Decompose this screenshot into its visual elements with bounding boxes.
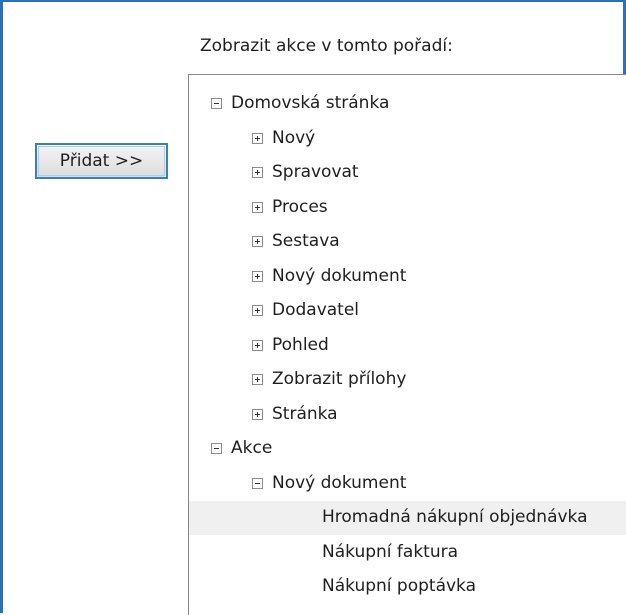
tree-node[interactable]: Dodavatel — [189, 294, 626, 328]
tree-node-label: Proces — [272, 196, 328, 217]
expand-icon[interactable] — [252, 305, 263, 316]
collapse-icon[interactable] — [211, 98, 222, 109]
expand-icon[interactable] — [252, 132, 263, 144]
tree-node-label: Hromadná nákupní objednávka — [322, 507, 588, 527]
tree-node[interactable]: Spravovat — [189, 156, 626, 190]
tree-node[interactable]: Nákupní poptávka — [189, 570, 626, 604]
tree-node[interactable]: Hromadná nákupní objednávka — [189, 501, 626, 535]
tree-node[interactable]: Zobrazit přílohy — [189, 363, 626, 397]
tree-node-label: Domovská stránka — [231, 93, 390, 113]
tree-node[interactable]: Nový — [189, 122, 626, 156]
tree-node[interactable]: Nový dokument — [189, 467, 626, 501]
collapse-icon[interactable] — [252, 477, 263, 489]
expand-icon[interactable] — [252, 270, 263, 282]
collapse-icon[interactable] — [211, 443, 222, 454]
tree-node[interactable]: Nákupní faktura — [189, 536, 626, 570]
expand-icon[interactable] — [252, 339, 263, 351]
tree-node-label: Akce — [231, 438, 273, 458]
dialog-frame: Zobrazit akce v tomto pořadí: Přidat >> … — [0, 0, 626, 615]
action-order-tree[interactable]: Domovská stránka Nový Spravovat Proces Sesta… — [188, 74, 626, 615]
tree-node-label: Zobrazit přílohy — [272, 369, 407, 389]
tree-node-label: Pohled — [272, 334, 329, 355]
tree-node[interactable]: Akce — [189, 432, 626, 466]
tree-node-label: Nový dokument — [272, 265, 407, 286]
tree-node[interactable]: Stránka — [189, 398, 626, 432]
tree-node[interactable]: Proces — [189, 191, 626, 225]
tree-node-label: Stránka — [272, 403, 338, 424]
tree-node-label: Nákupní faktura — [322, 541, 459, 562]
tree-caption: Zobrazit akce v tomto pořadí: — [200, 36, 453, 56]
tree-node[interactable]: Domovská stránka — [189, 87, 626, 121]
expand-icon[interactable] — [252, 236, 263, 247]
tree-node[interactable]: Nový dokument — [189, 260, 626, 294]
tree-node-label: Sestava — [272, 231, 340, 251]
expand-icon[interactable] — [252, 408, 263, 420]
tree-node-label: Nákupní poptávka — [322, 576, 477, 596]
tree-node-label: Spravovat — [272, 162, 359, 182]
expand-icon[interactable] — [252, 201, 263, 213]
tree-node-label: Nový — [272, 127, 316, 148]
tree-node[interactable]: Sestava — [189, 225, 626, 259]
expand-icon[interactable] — [252, 374, 263, 385]
tree-node[interactable]: Pohled — [189, 329, 626, 363]
tree-node-label: Dodavatel — [272, 300, 360, 320]
add-button[interactable]: Přidat >> — [35, 143, 168, 179]
expand-icon[interactable] — [252, 167, 263, 178]
tree-node-label: Nový dokument — [272, 472, 407, 493]
